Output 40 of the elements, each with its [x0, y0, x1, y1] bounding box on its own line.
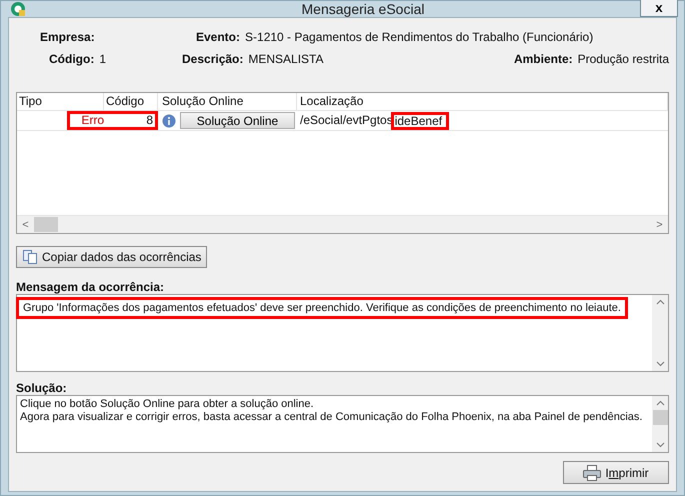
column-header[interactable]: Tipo [17, 93, 104, 110]
scroll-right-arrow[interactable]: > [651, 218, 668, 230]
scroll-thumb[interactable] [652, 410, 668, 425]
field-value: Produção restrita [578, 52, 669, 66]
app-logo-icon [10, 1, 26, 17]
vertical-scrollbar[interactable] [652, 295, 668, 371]
copy-icon [22, 249, 38, 265]
scroll-thumb[interactable] [34, 217, 58, 232]
scroll-left-arrow[interactable]: < [17, 218, 34, 230]
window-title: Mensageria eSocial [300, 1, 426, 17]
field-label: Código: [49, 52, 94, 66]
field-value: S-1210 - Pagamentos de Rendimentos do Trabalho (Funcionário) [245, 30, 594, 44]
vertical-scrollbar[interactable] [652, 396, 668, 452]
column-header[interactable]: Código [104, 93, 158, 110]
table-cell: /eSocial/evtPgtos [300, 114, 393, 127]
field-value: 1 [99, 52, 106, 66]
section-label: Mensagem da ocorrência: [16, 280, 166, 294]
solution-online-button[interactable]: Solução Online [180, 112, 295, 129]
field-label: Ambiente: [514, 52, 573, 66]
message-box[interactable]: Grupo 'Informações dos pagamentos efetuados' deve ser preenchido. Verifique as condições de preenchimento no leiaute. [16, 294, 669, 372]
message-text: Grupo 'Informações dos pagamentos efetuados' deve ser preenchido. Verifique as condições de preenchimento no leiaute. [16, 297, 628, 319]
info-icon [162, 114, 176, 128]
table-cell-text: 8 [145, 114, 154, 127]
table-cell-text: Erro [80, 114, 105, 127]
solution-text: Clique no botão Solução Online para obter a solução online. [20, 398, 315, 411]
column-header[interactable]: Solução Online [158, 93, 297, 110]
copy-button[interactable]: Copiar dados das ocorrências [16, 246, 208, 268]
solution-text: Agora para visualizar e corrigir erros, basta acessar a central de Comunicação do Folha Phoenix, na aba Painel de pendências. [20, 411, 644, 424]
field-label: Descrição: [182, 52, 244, 66]
field-value: MENSALISTA [248, 52, 324, 66]
column-header[interactable]: Localização [297, 93, 668, 110]
printer-icon [583, 464, 602, 480]
solution-box[interactable]: Clique no botão Solução Online para obter a solução online. Agora para visualizar e corrigir erros, basta acessar a central de Comunicação do Folha Phoenix, na aba Painel de pendências. [16, 395, 669, 453]
field-label: Evento: [196, 30, 240, 44]
close-button[interactable]: x [640, 0, 678, 17]
table-cell: ideBenef [390, 112, 450, 130]
horizontal-scrollbar[interactable]: < > [17, 215, 668, 233]
print-button[interactable]: Imprimir [563, 461, 669, 484]
field-label: Empresa: [40, 30, 95, 44]
section-label: Solução: [16, 381, 68, 395]
